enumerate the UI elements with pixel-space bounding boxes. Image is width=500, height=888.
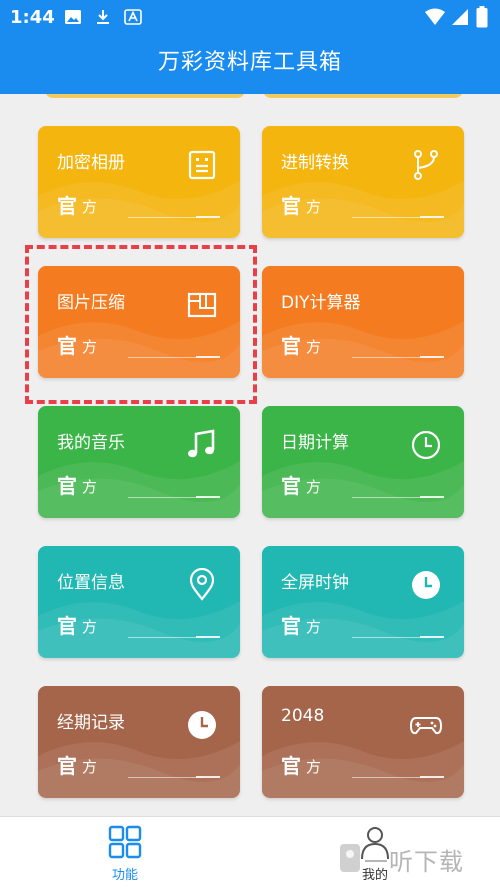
card-2048-game[interactable]: 2048 官 方 — [262, 686, 464, 798]
card-diy-calculator[interactable]: DIY计算器 官 方 — [262, 266, 464, 378]
official-badge: 官 — [281, 474, 301, 498]
watermark-logo-icon — [340, 844, 360, 872]
clock-icon — [411, 430, 441, 460]
official-badge: 官 — [281, 334, 301, 358]
nav-label: 功能 — [111, 868, 138, 883]
nav-item-functions[interactable]: 功能 — [75, 817, 175, 888]
image-icon — [65, 10, 81, 24]
battery-icon — [476, 6, 488, 28]
download-icon — [97, 10, 109, 24]
card-background — [262, 546, 464, 658]
divider — [196, 496, 220, 498]
card-background — [38, 546, 240, 658]
card-base-conversion[interactable]: 进制转换 官 方 — [262, 126, 464, 238]
card-title: 加密相册 — [57, 153, 125, 173]
previous-row-card — [263, 94, 463, 98]
divider — [420, 636, 444, 638]
status-bar: 1:44 — [0, 0, 500, 36]
card-background — [38, 406, 240, 518]
divider — [420, 356, 444, 358]
official-badge: 官 — [281, 614, 301, 638]
page-title: 万彩资料库工具箱 — [157, 50, 342, 75]
divider — [352, 497, 427, 498]
card-background — [262, 126, 464, 238]
signal-icon — [452, 9, 468, 25]
divider — [352, 357, 427, 358]
official-badge: 官 — [57, 614, 77, 638]
divider — [128, 777, 203, 778]
card-background — [262, 406, 464, 518]
app-a-icon — [124, 9, 142, 25]
clock-icon — [412, 571, 440, 599]
card-title: 全屏时钟 — [281, 573, 349, 593]
card-date-calculation[interactable]: 日期计算 官 方 — [262, 406, 464, 518]
divider — [420, 496, 444, 498]
official-badge-suffix: 方 — [82, 198, 98, 216]
divider — [420, 216, 444, 218]
grid-icon — [108, 825, 142, 859]
app-header: 万彩资料库工具箱 — [0, 36, 500, 94]
official-badge: 官 — [57, 474, 77, 498]
location-icon — [189, 568, 215, 601]
official-badge-suffix: 方 — [82, 758, 98, 776]
divider — [196, 636, 220, 638]
official-badge-suffix: 方 — [306, 198, 322, 216]
wifi-icon — [425, 8, 445, 25]
branch-icon — [414, 150, 438, 180]
divider — [128, 497, 203, 498]
album-icon — [188, 150, 216, 180]
tool-grid[interactable]: 加密相册 官 方 进制转换 官 方 图片压缩 官 方 DIY计算器 官 方 我的… — [0, 94, 500, 816]
status-time: 1:44 — [10, 7, 55, 28]
divider — [352, 217, 427, 218]
official-badge-suffix: 方 — [306, 478, 322, 496]
card-title: 经期记录 — [57, 713, 125, 733]
divider — [128, 637, 203, 638]
card-my-music[interactable]: 我的音乐 官 方 — [38, 406, 240, 518]
card-title: 日期计算 — [281, 433, 349, 453]
card-background — [38, 686, 240, 798]
official-badge: 官 — [57, 754, 77, 778]
divider — [196, 216, 220, 218]
card-title: DIY计算器 — [281, 293, 361, 313]
selection-highlight — [25, 245, 257, 404]
official-badge-suffix: 方 — [306, 618, 322, 636]
watermark: 一听下载 — [338, 836, 500, 886]
official-badge-suffix: 方 — [82, 618, 98, 636]
card-period-record[interactable]: 经期记录 官 方 — [38, 686, 240, 798]
card-encrypted-album[interactable]: 加密相册 官 方 — [38, 126, 240, 238]
official-badge: 官 — [281, 754, 301, 778]
gamepad-icon — [409, 717, 443, 735]
card-title: 位置信息 — [57, 573, 125, 593]
official-badge-suffix: 方 — [82, 478, 98, 496]
card-background — [262, 266, 464, 378]
card-fullscreen-clock[interactable]: 全屏时钟 官 方 — [262, 546, 464, 658]
card-background — [262, 686, 464, 798]
clock-icon — [188, 711, 216, 739]
music-icon — [188, 429, 215, 458]
card-location-info[interactable]: 位置信息 官 方 — [38, 546, 240, 658]
card-title: 我的音乐 — [57, 433, 125, 453]
divider — [420, 776, 444, 778]
divider — [196, 776, 220, 778]
divider — [128, 217, 203, 218]
official-badge-suffix: 方 — [306, 338, 322, 356]
previous-row-card — [45, 94, 245, 98]
divider — [352, 637, 427, 638]
official-badge-suffix: 方 — [306, 758, 322, 776]
watermark-text: 一听下载 — [364, 848, 464, 876]
divider — [352, 777, 427, 778]
card-background — [38, 126, 240, 238]
card-title: 2048 — [281, 706, 325, 726]
official-badge: 官 — [281, 194, 301, 218]
official-badge: 官 — [57, 194, 77, 218]
card-title: 进制转换 — [281, 153, 349, 173]
